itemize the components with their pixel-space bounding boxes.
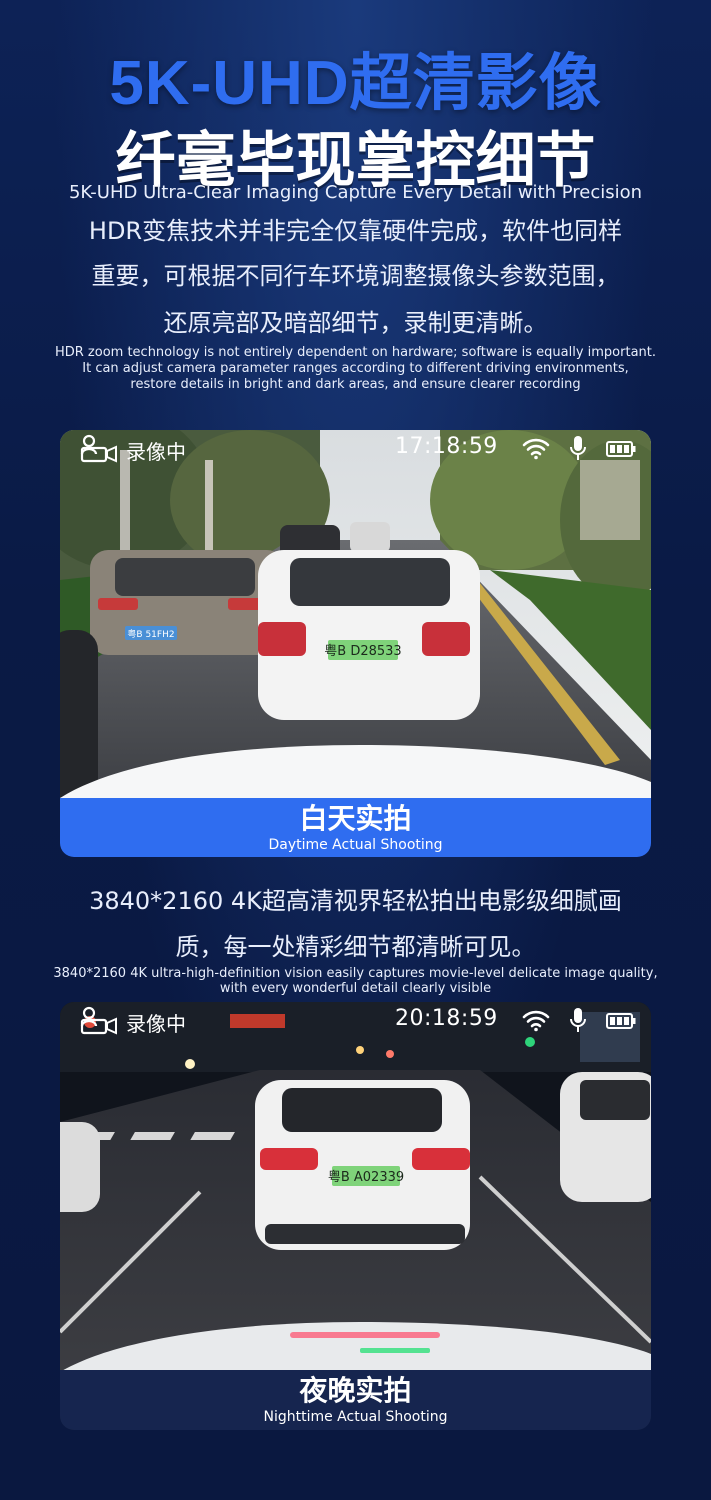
battery-icon [606,441,636,457]
nighttime-caption-cn: 夜晚实拍 [299,1374,412,1407]
daytime-road-scene: 粤B 51FH2 粤B D28533 [60,430,651,798]
camera-user-icon [80,434,117,463]
middle-line-2: 质，每一处精彩细节都清晰可见。 [175,933,536,961]
intro-line-1: HDR变焦技术并非完全仅靠硬件完成，软件也同样 [88,217,623,245]
wifi-icon [522,1010,550,1032]
wifi-icon [522,438,550,460]
night-camera-status-bar: 录像中 20:18:59 [60,1002,651,1042]
battery-icon [606,1013,636,1029]
camera-user-icon [80,1006,117,1035]
microphone-icon [570,436,586,460]
nighttime-footage-panel: 粤B A02339 录像中 20:18:59 夜晚实拍 Nighttime Ac… [60,1002,651,1430]
center-car-plate: 粤B D28533 [324,643,401,659]
middle-en-line-2: with every wonderful detail clearly visi… [219,981,492,996]
nighttime-caption: 夜晚实拍 Nighttime Actual Shooting [60,1370,651,1430]
daytime-footage-panel: 粤B 51FH2 粤B D28533 录像中 17:18:59 白天实拍 Day… [60,430,651,857]
page-title: 5K-UHD超清影像 [109,49,602,118]
daytime-caption-en: Daytime Actual Shooting [268,837,443,853]
night-recording-status-label: 录像中 [126,1012,186,1036]
daytime-caption-cn: 白天实拍 [299,802,412,835]
nighttime-caption-en: Nighttime Actual Shooting [263,1409,448,1425]
night-recording-time: 20:18:59 [395,1006,498,1031]
intro-en-line-1: HDR zoom technology is not entirely depe… [54,345,657,360]
recording-time: 17:18:59 [395,434,498,459]
daytime-caption: 白天实拍 Daytime Actual Shooting [60,798,651,857]
recording-status-label: 录像中 [126,440,186,464]
nighttime-road-scene: 粤B A02339 [60,1002,651,1372]
microphone-icon [570,1008,586,1032]
intro-line-2: 重要，可根据不同行车环境调整摄像头参数范围， [91,262,620,290]
intro-en-line-3: restore details in bright and dark areas… [130,377,581,392]
intro-line-3: 还原亮部及暗部细节，录制更清晰。 [163,309,548,337]
left-car-plate: 粤B 51FH2 [127,628,174,640]
middle-en-line-1: 3840*2160 4K ultra-high-definition visio… [53,966,658,981]
intro-en-line-2: It can adjust camera parameter ranges ac… [82,361,629,376]
page-subtitle-en: 5K-UHD Ultra-Clear Imaging Capture Every… [68,182,643,203]
product-feature-page: 5K-UHD超清影像 纤毫毕现掌控细节 5K-UHD Ultra-Clear I… [0,0,711,1500]
camera-status-bar: 录像中 17:18:59 [60,430,651,470]
night-center-car-plate: 粤B A02339 [328,1169,404,1185]
middle-line-1: 3840*2160 4K超高清视界轻松拍出电影级细腻画 [89,887,622,915]
